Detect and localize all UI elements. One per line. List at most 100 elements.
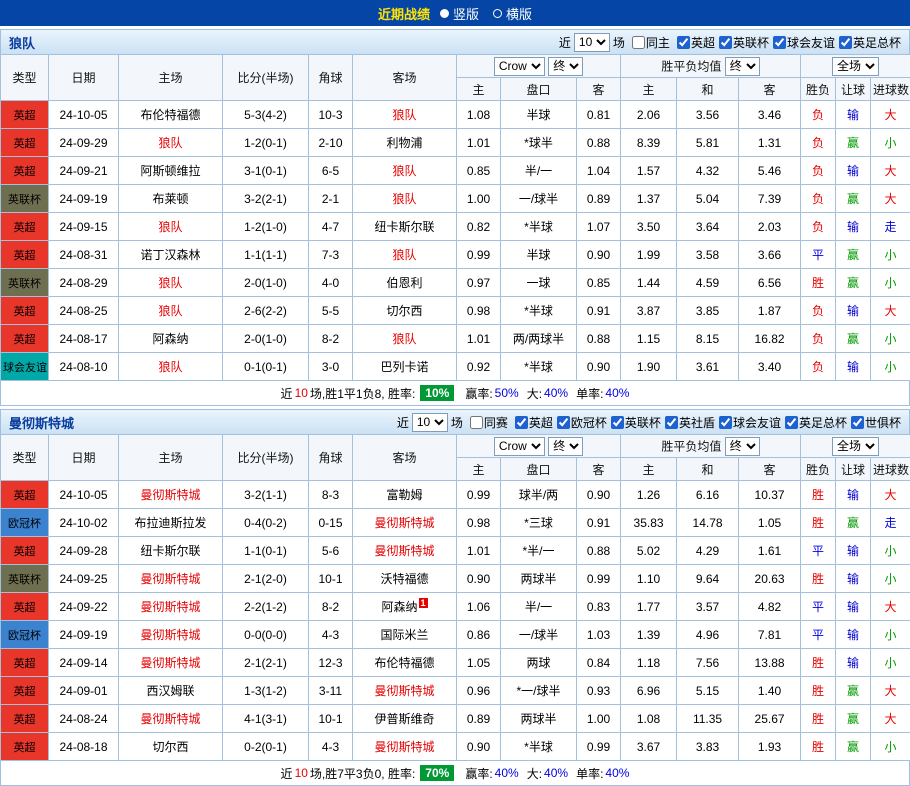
league-filter-checkbox[interactable] xyxy=(515,416,528,429)
cell-handicap: 半/一 xyxy=(501,157,577,185)
footer-stat-label: 赢率: xyxy=(465,385,492,402)
cell-handicap: 两/两球半 xyxy=(501,325,577,353)
cell-euro-draw-odds: 5.15 xyxy=(677,677,739,705)
scope-select[interactable]: 全场 xyxy=(832,57,879,76)
cell-away-team: 狼队 xyxy=(353,325,457,353)
league-filter-checkbox[interactable] xyxy=(557,416,570,429)
league-filter-checkbox[interactable] xyxy=(839,36,852,49)
win-rate-badge: 10% xyxy=(420,385,454,401)
league-filter-checkbox[interactable] xyxy=(719,36,732,49)
col-header-date: 日期 xyxy=(49,55,119,101)
league-filter[interactable]: 英联杯 xyxy=(719,34,769,51)
subcol-euro-home: 主 xyxy=(621,458,677,481)
match-row: 英超24-10-05布伦特福德5-3(4-2)10-3狼队1.08半球0.812… xyxy=(1,101,910,129)
league-filter[interactable]: 英联杯 xyxy=(611,414,661,431)
layout-vertical-option[interactable]: 竖版 xyxy=(440,4,479,23)
scope-select[interactable]: 全场 xyxy=(832,437,879,456)
cell-date: 24-09-01 xyxy=(49,677,119,705)
win-rate-badge: 70% xyxy=(420,765,454,781)
league-filter-checkbox[interactable] xyxy=(665,416,678,429)
league-filter[interactable]: 世俱杯 xyxy=(851,414,901,431)
euro-stage-select[interactable]: 终 xyxy=(725,57,760,76)
cell-score: 1-2(0-1) xyxy=(223,129,309,157)
team-label: 布伦特福德 xyxy=(374,656,434,670)
cell-league-badge: 英超 xyxy=(1,677,49,705)
team-label: 布伦特福德 xyxy=(140,108,200,122)
col-header-score: 比分(半场) xyxy=(223,435,309,481)
cell-euro-away-odds: 1.93 xyxy=(739,733,801,761)
team-label: 伯恩利 xyxy=(386,276,422,290)
cell-score: 3-2(2-1) xyxy=(223,185,309,213)
cell-asian-away-odds: 0.91 xyxy=(577,509,621,537)
match-row: 英超24-08-25狼队2-6(2-2)5-5切尔西0.98*半球0.913.8… xyxy=(1,297,910,325)
league-filter-checkbox[interactable] xyxy=(611,416,624,429)
cell-handicap: 半球 xyxy=(501,101,577,129)
cell-result: 胜 xyxy=(801,565,836,593)
same-venue-checkbox[interactable] xyxy=(632,36,645,49)
odds-stage-select[interactable]: 终 xyxy=(548,57,583,76)
layout-horizontal-option[interactable]: 横版 xyxy=(493,4,532,23)
recent-count-select[interactable]: 10 xyxy=(574,33,610,52)
match-row: 球会友谊24-08-10狼队0-1(0-1)3-0巴列卡诺0.92*半球0.90… xyxy=(1,353,910,381)
league-filter-checkbox[interactable] xyxy=(773,36,786,49)
cell-score: 2-0(1-0) xyxy=(223,325,309,353)
league-filter-checkbox[interactable] xyxy=(785,416,798,429)
cell-asian-away-odds: 0.85 xyxy=(577,269,621,297)
league-filter-label: 英超 xyxy=(691,34,715,51)
subcol-let: 让球 xyxy=(836,78,871,101)
team-label: 狼队 xyxy=(392,108,416,122)
league-filter-checkbox[interactable] xyxy=(677,36,690,49)
league-filter[interactable]: 英超 xyxy=(515,414,553,431)
odds-stage-select[interactable]: 终 xyxy=(548,437,583,456)
cell-home-team: 狼队 xyxy=(119,129,223,157)
cell-league-badge: 英超 xyxy=(1,733,49,761)
league-filter-checkbox[interactable] xyxy=(719,416,732,429)
league-filter[interactable]: 英足总杯 xyxy=(839,34,901,51)
cell-away-team: 国际米兰 xyxy=(353,621,457,649)
cell-corners: 12-3 xyxy=(309,649,353,677)
team-label: 富勒姆 xyxy=(386,488,422,502)
col-header-score: 比分(半场) xyxy=(223,55,309,101)
recent-count-select[interactable]: 10 xyxy=(412,413,448,432)
footer-stats: 赢率:40%大:40%单率:40% xyxy=(459,765,629,782)
cell-euro-away-odds: 3.46 xyxy=(739,101,801,129)
cell-asian-away-odds: 1.03 xyxy=(577,621,621,649)
cell-date: 24-09-19 xyxy=(49,185,119,213)
odds-source-select[interactable]: Crow xyxy=(494,437,545,456)
league-filter[interactable]: 欧冠杯 xyxy=(557,414,607,431)
filter-bar: 近 10 场 同赛 英超欧冠杯英联杯英社盾球会友谊英足总杯世俱杯 xyxy=(397,413,901,432)
col-header-type: 类型 xyxy=(1,435,49,481)
col-header-home: 主场 xyxy=(119,55,223,101)
league-filter[interactable]: 球会友谊 xyxy=(773,34,835,51)
section-header: 曼彻斯特城 近 10 场 同赛 英超欧冠杯英联杯英社盾球会友谊英足总杯世俱杯 xyxy=(0,409,910,434)
table-header: 类型 日期 主场 比分(半场) 角球 客场 Crow 终 胜平负均值 终 xyxy=(1,55,910,101)
league-filter[interactable]: 英足总杯 xyxy=(785,414,847,431)
odds-source-select[interactable]: Crow xyxy=(494,57,545,76)
cell-league-badge: 英联杯 xyxy=(1,185,49,213)
league-filter[interactable]: 英超 xyxy=(677,34,715,51)
cell-handicap: *半球 xyxy=(501,297,577,325)
league-filter[interactable]: 英社盾 xyxy=(665,414,715,431)
cell-date: 24-10-02 xyxy=(49,509,119,537)
cell-asian-home-odds: 1.05 xyxy=(457,649,501,677)
subcol-asian-home: 主 xyxy=(457,458,501,481)
team-label: 狼队 xyxy=(158,360,182,374)
cell-euro-home-odds: 3.87 xyxy=(621,297,677,325)
cell-corners: 4-0 xyxy=(309,269,353,297)
cell-goals-result: 走 xyxy=(871,509,910,537)
league-filter-checkbox[interactable] xyxy=(851,416,864,429)
cell-euro-home-odds: 35.83 xyxy=(621,509,677,537)
footer-near: 近 xyxy=(281,765,293,782)
cell-away-team: 曼彻斯特城 xyxy=(353,509,457,537)
euro-stage-select[interactable]: 终 xyxy=(725,437,760,456)
cell-euro-draw-odds: 3.56 xyxy=(677,101,739,129)
cell-result: 胜 xyxy=(801,677,836,705)
scope-header: 全场 xyxy=(801,435,910,458)
col-header-home: 主场 xyxy=(119,435,223,481)
same-venue-filter[interactable]: 同主 xyxy=(632,34,670,51)
same-venue-checkbox[interactable] xyxy=(470,416,483,429)
cell-euro-home-odds: 1.10 xyxy=(621,565,677,593)
same-venue-filter[interactable]: 同赛 xyxy=(470,414,508,431)
cell-result: 胜 xyxy=(801,733,836,761)
league-filter[interactable]: 球会友谊 xyxy=(719,414,781,431)
